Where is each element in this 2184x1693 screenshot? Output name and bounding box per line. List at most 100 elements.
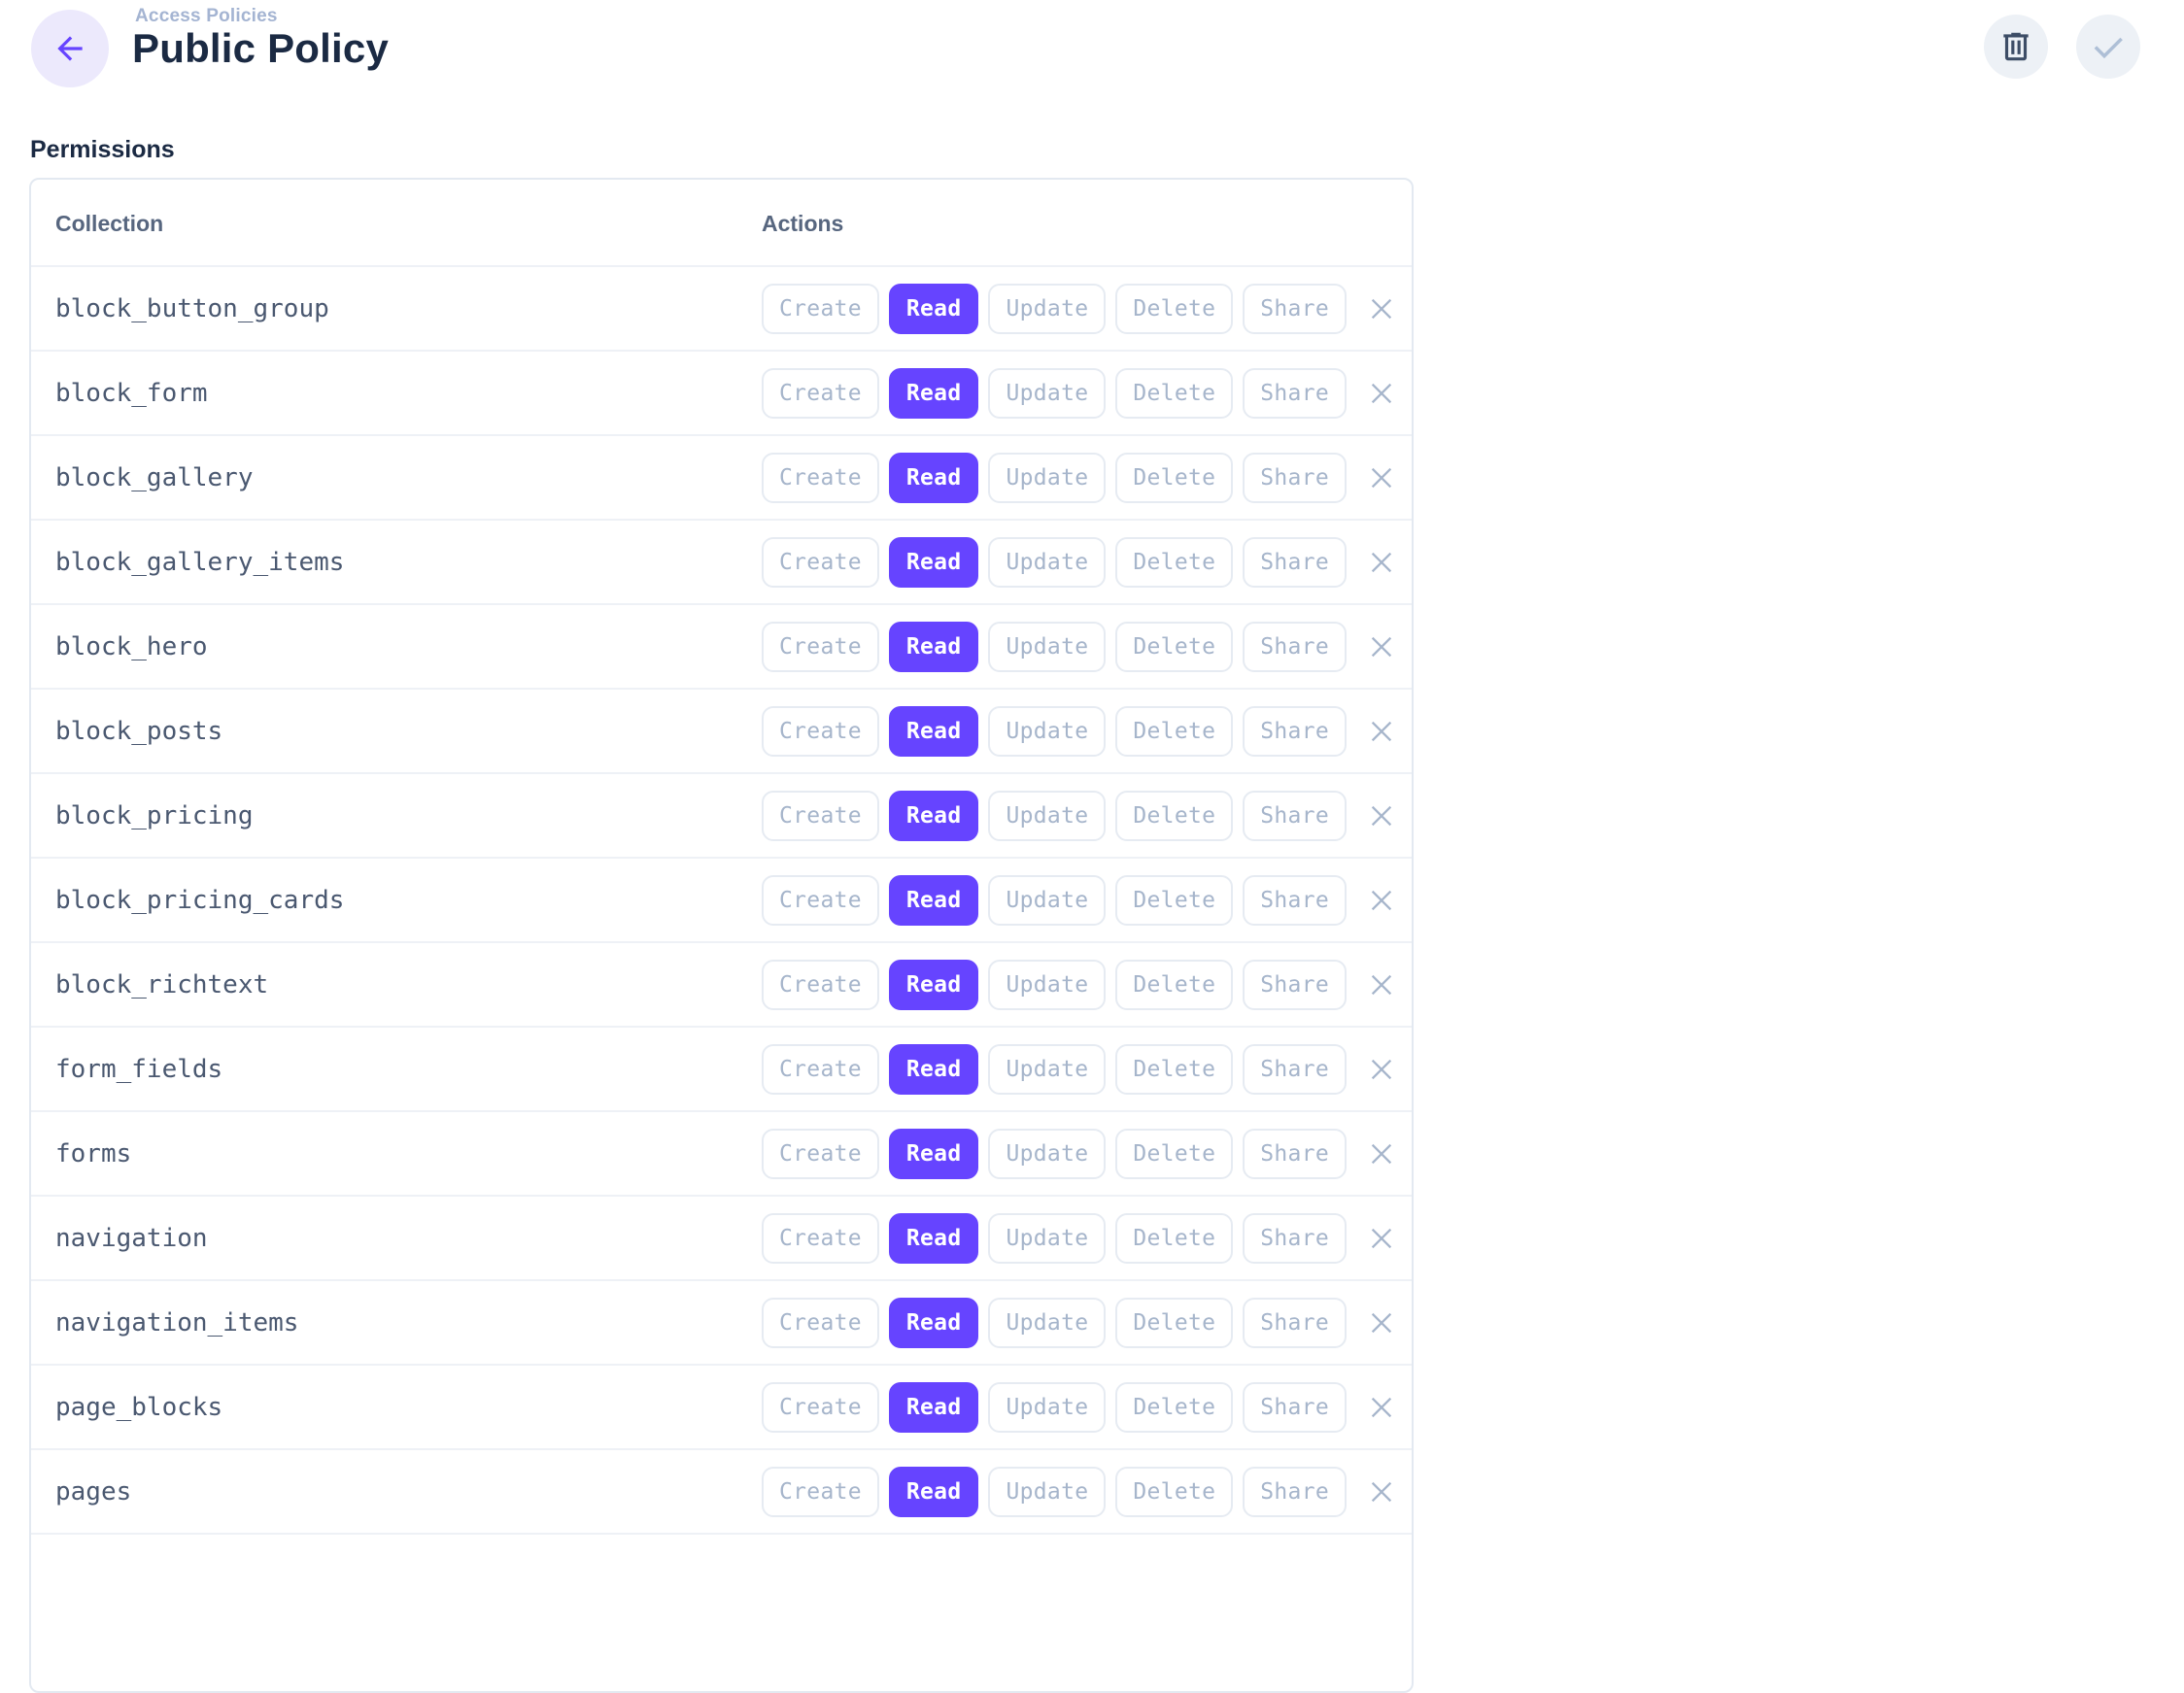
- action-chip-delete[interactable]: Delete: [1115, 1382, 1233, 1433]
- action-chip-share[interactable]: Share: [1243, 1044, 1347, 1095]
- action-chip-update[interactable]: Update: [988, 875, 1106, 926]
- action-chip-create[interactable]: Create: [762, 1044, 879, 1095]
- remove-row-button[interactable]: [1364, 1136, 1399, 1171]
- action-chip-delete[interactable]: Delete: [1115, 960, 1233, 1010]
- remove-row-button[interactable]: [1364, 967, 1399, 1002]
- remove-row-button[interactable]: [1364, 460, 1399, 495]
- action-chip-delete[interactable]: Delete: [1115, 1467, 1233, 1517]
- remove-row-button[interactable]: [1364, 1390, 1399, 1425]
- table-row: forms CreateReadUpdateDeleteShare: [31, 1112, 1412, 1197]
- action-chip-share[interactable]: Share: [1243, 1298, 1347, 1348]
- remove-row-button[interactable]: [1364, 714, 1399, 749]
- action-chip-create[interactable]: Create: [762, 1213, 879, 1264]
- action-chip-update[interactable]: Update: [988, 706, 1106, 757]
- action-chip-read[interactable]: Read: [889, 1129, 979, 1179]
- action-chip-delete[interactable]: Delete: [1115, 1213, 1233, 1264]
- action-chip-share[interactable]: Share: [1243, 284, 1347, 334]
- action-chip-delete[interactable]: Delete: [1115, 1129, 1233, 1179]
- action-chip-read[interactable]: Read: [889, 622, 979, 672]
- action-chip-read[interactable]: Read: [889, 791, 979, 841]
- action-chip-update[interactable]: Update: [988, 1382, 1106, 1433]
- action-chip-delete[interactable]: Delete: [1115, 537, 1233, 588]
- table-row: block_pricing CreateReadUpdateDeleteShar…: [31, 774, 1412, 859]
- action-chip-create[interactable]: Create: [762, 537, 879, 588]
- action-chip-delete[interactable]: Delete: [1115, 453, 1233, 503]
- action-chip-update[interactable]: Update: [988, 368, 1106, 419]
- remove-row-button[interactable]: [1364, 883, 1399, 918]
- action-chip-share[interactable]: Share: [1243, 706, 1347, 757]
- action-chip-delete[interactable]: Delete: [1115, 791, 1233, 841]
- action-chip-update[interactable]: Update: [988, 537, 1106, 588]
- action-chips: CreateReadUpdateDeleteShare: [762, 368, 1347, 419]
- remove-row-button[interactable]: [1364, 1474, 1399, 1509]
- delete-policy-button[interactable]: [1984, 15, 2048, 79]
- action-chip-create[interactable]: Create: [762, 706, 879, 757]
- action-chip-share[interactable]: Share: [1243, 368, 1347, 419]
- action-chip-create[interactable]: Create: [762, 791, 879, 841]
- action-chip-create[interactable]: Create: [762, 622, 879, 672]
- action-chip-update[interactable]: Update: [988, 622, 1106, 672]
- action-chip-share[interactable]: Share: [1243, 791, 1347, 841]
- action-chip-update[interactable]: Update: [988, 1044, 1106, 1095]
- action-chip-update[interactable]: Update: [988, 791, 1106, 841]
- remove-row-button[interactable]: [1364, 1305, 1399, 1340]
- save-button[interactable]: [2076, 15, 2140, 79]
- action-chip-delete[interactable]: Delete: [1115, 1044, 1233, 1095]
- remove-row-button[interactable]: [1364, 629, 1399, 664]
- remove-row-button[interactable]: [1364, 798, 1399, 833]
- remove-row-button[interactable]: [1364, 291, 1399, 326]
- action-chip-delete[interactable]: Delete: [1115, 1298, 1233, 1348]
- action-chip-share[interactable]: Share: [1243, 875, 1347, 926]
- table-row: navigation CreateReadUpdateDeleteShare: [31, 1197, 1412, 1281]
- action-chip-share[interactable]: Share: [1243, 960, 1347, 1010]
- action-chip-update[interactable]: Update: [988, 1298, 1106, 1348]
- action-chip-create[interactable]: Create: [762, 1382, 879, 1433]
- action-chip-delete[interactable]: Delete: [1115, 284, 1233, 334]
- action-chip-create[interactable]: Create: [762, 875, 879, 926]
- action-chip-read[interactable]: Read: [889, 1467, 979, 1517]
- remove-row-button[interactable]: [1364, 1052, 1399, 1087]
- action-chip-read[interactable]: Read: [889, 1044, 979, 1095]
- action-chip-create[interactable]: Create: [762, 1298, 879, 1348]
- action-chip-share[interactable]: Share: [1243, 453, 1347, 503]
- action-chip-read[interactable]: Read: [889, 1298, 979, 1348]
- back-button[interactable]: [31, 10, 109, 87]
- action-chips: CreateReadUpdateDeleteShare: [762, 791, 1347, 841]
- action-chip-delete[interactable]: Delete: [1115, 368, 1233, 419]
- action-chip-read[interactable]: Read: [889, 453, 979, 503]
- action-chip-read[interactable]: Read: [889, 284, 979, 334]
- action-chip-create[interactable]: Create: [762, 1467, 879, 1517]
- action-chip-read[interactable]: Read: [889, 706, 979, 757]
- action-chip-read[interactable]: Read: [889, 537, 979, 588]
- action-chip-share[interactable]: Share: [1243, 537, 1347, 588]
- action-chip-create[interactable]: Create: [762, 960, 879, 1010]
- action-chip-create[interactable]: Create: [762, 1129, 879, 1179]
- action-chip-update[interactable]: Update: [988, 1467, 1106, 1517]
- action-chip-share[interactable]: Share: [1243, 1129, 1347, 1179]
- remove-row-button[interactable]: [1364, 376, 1399, 411]
- action-chip-share[interactable]: Share: [1243, 1213, 1347, 1264]
- action-chip-update[interactable]: Update: [988, 453, 1106, 503]
- action-chip-read[interactable]: Read: [889, 960, 979, 1010]
- action-chip-delete[interactable]: Delete: [1115, 622, 1233, 672]
- remove-row-button[interactable]: [1364, 1221, 1399, 1256]
- action-chip-delete[interactable]: Delete: [1115, 875, 1233, 926]
- action-chip-create[interactable]: Create: [762, 368, 879, 419]
- breadcrumb[interactable]: Access Policies: [135, 6, 278, 27]
- action-chip-read[interactable]: Read: [889, 1382, 979, 1433]
- action-chip-update[interactable]: Update: [988, 960, 1106, 1010]
- action-chip-create[interactable]: Create: [762, 284, 879, 334]
- action-chips: CreateReadUpdateDeleteShare: [762, 1213, 1347, 1264]
- action-chip-read[interactable]: Read: [889, 875, 979, 926]
- action-chip-update[interactable]: Update: [988, 1129, 1106, 1179]
- action-chip-delete[interactable]: Delete: [1115, 706, 1233, 757]
- action-chip-read[interactable]: Read: [889, 368, 979, 419]
- action-chip-share[interactable]: Share: [1243, 1467, 1347, 1517]
- action-chip-share[interactable]: Share: [1243, 1382, 1347, 1433]
- action-chip-read[interactable]: Read: [889, 1213, 979, 1264]
- action-chip-update[interactable]: Update: [988, 1213, 1106, 1264]
- action-chip-share[interactable]: Share: [1243, 622, 1347, 672]
- action-chip-update[interactable]: Update: [988, 284, 1106, 334]
- remove-row-button[interactable]: [1364, 545, 1399, 580]
- action-chip-create[interactable]: Create: [762, 453, 879, 503]
